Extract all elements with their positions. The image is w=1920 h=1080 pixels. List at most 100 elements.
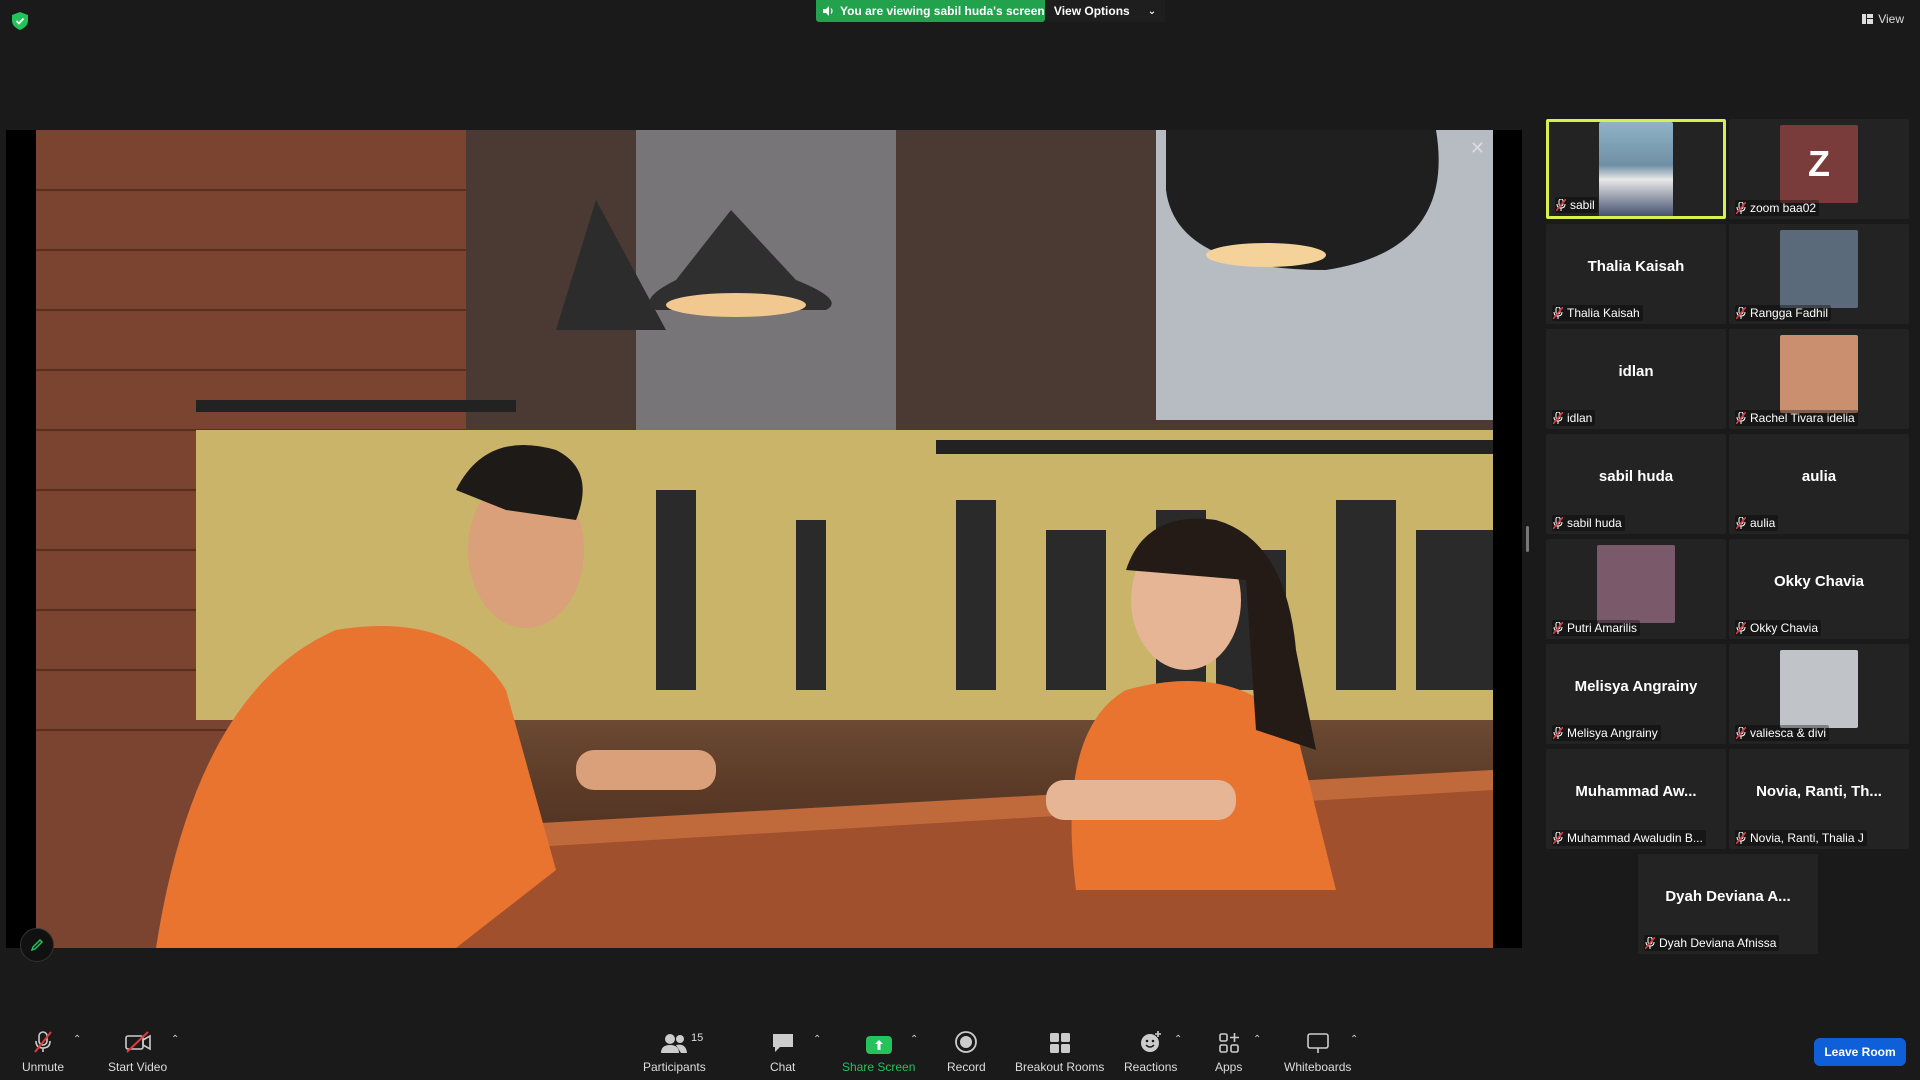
whiteboards-label: Whiteboards [1284,1060,1352,1074]
viewing-banner-text: You are viewing sabil huda's screen [840,4,1045,18]
participant-name: Melisya Angrainy [1567,726,1658,740]
microphone-muted-icon [34,1031,52,1053]
participant-name: idlan [1567,411,1593,425]
participant-tile[interactable]: Dyah Deviana A... Dyah Deviana Afnissa [1638,854,1818,954]
share-screen-button[interactable]: Share Screen [842,1030,915,1074]
participant-tile[interactable]: valiesca & divi [1729,644,1909,744]
microphone-muted-icon [1736,517,1746,529]
view-options-label: View Options [1053,4,1130,18]
apps-options-caret-icon[interactable]: ⌃ [1253,1034,1261,1045]
meeting-toolbar: Unmute ⌃ Start Video ⌃ Participants 15 C… [0,1024,1920,1080]
audio-options-caret-icon[interactable]: ⌃ [73,1034,81,1045]
participant-display-name: Dyah Deviana A... [1665,888,1791,905]
participant-name-label: Thalia Kaisah [1552,305,1643,321]
participant-tile[interactable]: Zzoom baa02 [1729,119,1909,219]
participant-video [1599,122,1673,216]
participant-name-label: Novia, Ranti, Thalia J [1735,830,1867,846]
participant-name: Muhammad Awaludin B... [1567,831,1703,845]
chat-label: Chat [770,1060,796,1074]
leave-room-button[interactable]: Leave Room [1814,1038,1906,1066]
annotate-button[interactable] [20,928,54,962]
participant-name-label: valiesca & divi [1735,725,1830,741]
breakout-rooms-button[interactable]: Breakout Rooms [1015,1030,1104,1074]
avatar [1780,335,1858,413]
participant-tile[interactable]: sabil [1546,119,1726,219]
participant-display-name: Muhammad Aw... [1575,783,1697,800]
participant-name-label: Okky Chavia [1735,620,1822,636]
video-options-caret-icon[interactable]: ⌃ [171,1034,179,1045]
whiteboards-button[interactable]: Whiteboards [1284,1030,1351,1074]
unmute-label: Unmute [22,1060,65,1074]
shared-screen-area[interactable]: ✕ [6,130,1522,948]
share-screen-icon [865,1036,892,1054]
participant-tile[interactable]: idlan idlan [1546,329,1726,429]
participant-display-name: aulia [1801,468,1837,485]
share-options-caret-icon[interactable]: ⌃ [910,1034,918,1045]
participant-name: Rangga Fadhil [1750,306,1829,320]
microphone-muted-icon [1553,727,1563,739]
participant-name: Putri Amarilis [1567,621,1638,635]
avatar: Z [1780,125,1858,203]
participant-display-name: sabil huda [1598,468,1674,485]
panel-resize-handle[interactable] [1526,526,1529,552]
participants-icon [661,1034,688,1053]
reactions-smiley-icon [1140,1031,1161,1052]
apps-label: Apps [1215,1060,1243,1074]
participant-name-label: Melisya Angrainy [1552,725,1661,741]
avatar [1780,650,1858,728]
participant-display-name: Novia, Ranti, Th... [1756,783,1882,800]
participant-tile[interactable]: Thalia Kaisah Thalia Kaisah [1546,224,1726,324]
participant-tile[interactable]: Putri Amarilis [1546,539,1726,639]
participant-name: aulia [1750,516,1776,530]
participant-name: Dyah Deviana Afnissa [1659,936,1777,950]
view-layout-button[interactable]: View [1862,12,1904,26]
zoom-meeting-window: You are viewing sabil huda's screen View… [0,0,1920,1080]
reactions-options-caret-icon[interactable]: ⌃ [1174,1034,1182,1045]
participant-name: sabil huda [1567,516,1622,530]
participant-tile[interactable]: Rangga Fadhil [1729,224,1909,324]
whiteboard-icon [1306,1033,1329,1053]
record-icon [955,1031,978,1053]
participant-name: sabil [1570,198,1595,212]
participant-tile[interactable]: aulia aulia [1729,434,1909,534]
breakout-rooms-icon [1049,1033,1070,1053]
participant-tile[interactable]: sabil huda sabil huda [1546,434,1726,534]
video-camera-off-icon [124,1031,151,1053]
microphone-muted-icon [1736,202,1746,214]
start-video-label: Start Video [108,1060,168,1074]
record-button[interactable]: Record [947,1030,986,1074]
reactions-label: Reactions [1124,1060,1178,1074]
apps-button[interactable]: Apps [1215,1030,1242,1074]
view-options-button[interactable]: View Options ⌄ [1045,0,1165,22]
microphone-muted-icon [1736,832,1746,844]
kitchen-scene-image [36,130,1493,948]
participant-name-label: Rachel Tivara idelia [1735,410,1858,426]
chat-options-caret-icon[interactable]: ⌃ [813,1034,821,1045]
participant-tile[interactable]: Okky Chavia Okky Chavia [1729,539,1909,639]
participant-tile[interactable]: Novia, Ranti, Th... Novia, Ranti, Thalia … [1729,749,1909,849]
participants-button[interactable]: Participants 15 [643,1030,706,1074]
share-screen-label: Share Screen [842,1060,916,1074]
microphone-muted-icon [1645,937,1655,949]
participant-tile[interactable]: Melisya Angrainy Melisya Angrainy [1546,644,1726,744]
avatar [1597,545,1675,623]
participants-count: 15 [691,1032,704,1044]
participant-display-name: idlan [1618,363,1654,380]
participant-name-label: zoom baa02 [1735,200,1820,216]
chat-button[interactable]: Chat [770,1030,795,1074]
participant-tile[interactable]: Muhammad Aw... Muhammad Awaludin B... [1546,749,1726,849]
view-label: View [1878,12,1904,26]
participant-name-label: sabil huda [1552,515,1625,531]
start-video-button[interactable]: Start Video [108,1030,167,1074]
microphone-muted-icon [1553,832,1563,844]
microphone-muted-icon [1736,412,1746,424]
close-icon[interactable]: ✕ [1470,138,1485,159]
security-shield-icon[interactable] [12,12,28,30]
participant-tile[interactable]: Rachel Tivara idelia [1729,329,1909,429]
microphone-muted-icon [1553,412,1563,424]
chevron-down-icon: ⌄ [1147,5,1157,17]
participants-label: Participants [643,1060,706,1074]
unmute-button[interactable]: Unmute [22,1030,64,1074]
whiteboards-options-caret-icon[interactable]: ⌃ [1350,1034,1358,1045]
reactions-button[interactable]: Reactions [1124,1030,1177,1074]
